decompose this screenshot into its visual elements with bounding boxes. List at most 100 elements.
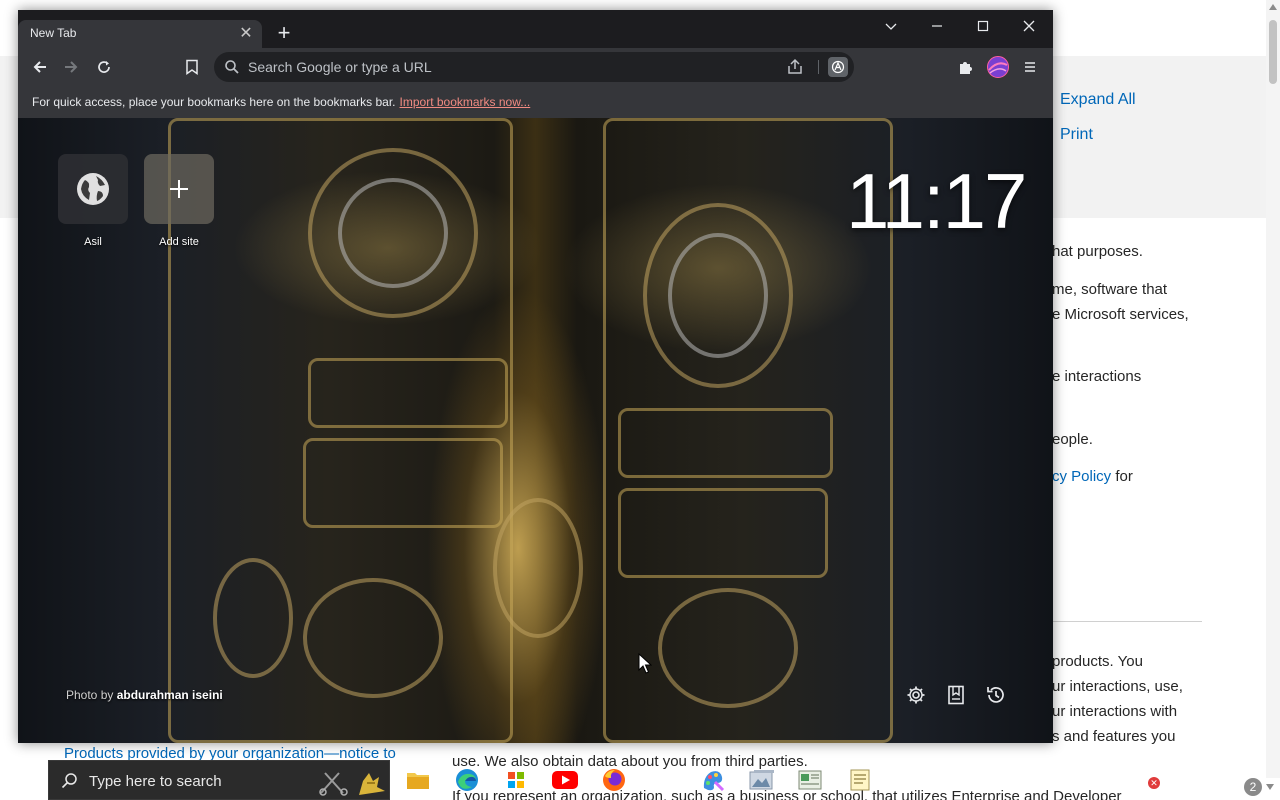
profile-avatar[interactable] [986, 55, 1010, 79]
background-text-line: me, software that [1052, 281, 1168, 298]
address-input[interactable] [248, 52, 768, 82]
background-art-roundel [338, 178, 448, 288]
edge-icon[interactable] [453, 766, 481, 794]
shortcut-label: Add site [159, 236, 199, 248]
browser-window: New Tab ✕ + Search Google or type a URL … [18, 10, 1053, 743]
background-art-roundel [658, 588, 798, 708]
file-explorer-icon[interactable] [404, 766, 432, 794]
taskbar-search-placeholder: Type here to search [89, 773, 222, 790]
back-button[interactable] [28, 55, 52, 79]
import-bookmarks-link[interactable]: Import bookmarks now... [400, 95, 531, 109]
tab-title: New Tab [30, 26, 77, 40]
background-art-panel [308, 358, 508, 428]
toolbar [18, 48, 1053, 86]
search-icon [225, 60, 239, 74]
shortcut-label: Asil [84, 236, 102, 248]
shortcut-tile [144, 154, 214, 224]
history-icon [987, 687, 1004, 703]
tab-search-chevron-down-icon[interactable] [871, 13, 911, 39]
page-scrollbar[interactable] [1266, 0, 1280, 778]
bookmarks-hint-text: For quick access, place your bookmarks h… [32, 95, 396, 109]
shortcut-asil[interactable]: Asil [57, 154, 129, 248]
photo-credit-prefix: Photo by [66, 688, 117, 702]
photo-credit-author: abdurahman iseini [116, 688, 223, 702]
plus-icon [170, 180, 188, 198]
clock: 11:17 [846, 157, 1027, 245]
background-art-panel [618, 408, 833, 478]
search-icon [61, 773, 77, 789]
privacy-suffix: for [1111, 468, 1133, 485]
background-art-roundel [668, 233, 768, 358]
error-badge-icon[interactable]: ✕ [1148, 777, 1160, 789]
bookmarks-bar-message: For quick access, place your bookmarks h… [32, 95, 530, 109]
scrollbar-thumb[interactable] [1269, 20, 1277, 84]
print-link[interactable]: Print [1060, 126, 1093, 144]
photos-icon[interactable] [748, 766, 776, 794]
title-bar: New Tab ✕ + [18, 10, 1053, 48]
minimize-button[interactable] [917, 13, 957, 39]
privacy-line: cy Policy for [1052, 468, 1133, 485]
background-text-line: eople. [1052, 431, 1093, 448]
scroll-up-icon[interactable] [1269, 4, 1277, 10]
section-divider [1052, 621, 1202, 622]
taskbar: Type here to search ✕ 2 [48, 760, 1280, 800]
shortcut-tile [58, 154, 128, 224]
background-art-panel [303, 438, 503, 528]
photo-credit[interactable]: Photo by abdurahman iseini [66, 688, 223, 702]
add-shortcut-button[interactable]: Add site [143, 154, 215, 248]
youtube-icon[interactable] [551, 766, 579, 794]
history-button[interactable] [983, 682, 1009, 708]
address-bar-divider [818, 60, 819, 74]
firefox-icon[interactable] [600, 766, 628, 794]
search-highlight-icon [319, 772, 385, 796]
address-bar[interactable] [214, 52, 854, 82]
paint-icon[interactable] [699, 766, 727, 794]
customize-button[interactable] [903, 682, 929, 708]
app-icon[interactable] [796, 766, 824, 794]
privacy-policy-link[interactable]: cy Policy [1052, 468, 1111, 485]
chevron-down-icon[interactable] [1266, 784, 1274, 790]
background-art-roundel [213, 558, 293, 678]
notification-badge[interactable]: 2 [1244, 778, 1262, 796]
browser-menu-button[interactable] [1018, 55, 1042, 79]
background-text-line: ur interactions with [1052, 703, 1178, 720]
maximize-button[interactable] [963, 13, 1003, 39]
tab-new-tab[interactable]: New Tab ✕ [18, 20, 262, 48]
reload-icon [98, 61, 110, 73]
notepad-icon[interactable] [846, 766, 874, 794]
globe-icon [77, 173, 109, 205]
forward-button[interactable] [59, 55, 83, 79]
bookmark-button[interactable] [180, 55, 204, 79]
background-art-panel [618, 488, 828, 578]
background-text-line: e interactions [1052, 368, 1142, 385]
mouse-cursor-icon [638, 653, 652, 674]
close-window-button[interactable] [1009, 13, 1049, 39]
reading-list-button[interactable] [943, 682, 969, 708]
new-tab-page: Asil Add site 11:17 Photo by abdurahman … [18, 118, 1053, 743]
puzzle-icon [960, 62, 972, 74]
bookmarks-bar: For quick access, place your bookmarks h… [18, 86, 1053, 118]
close-tab-icon[interactable]: ✕ [236, 24, 256, 44]
microsoft-store-icon[interactable] [502, 766, 530, 794]
gear-icon [907, 686, 925, 704]
background-text-line: e Microsoft services, [1052, 306, 1189, 323]
background-art-roundel [303, 578, 443, 698]
share-icon[interactable] [786, 58, 804, 76]
bookmark-icon [186, 59, 198, 75]
extensions-button[interactable] [953, 55, 977, 79]
back-arrow-icon [33, 61, 46, 73]
background-text-line: hat purposes. [1052, 243, 1143, 260]
bookmark-list-icon [948, 685, 964, 705]
reload-button[interactable] [92, 55, 116, 79]
avatar-icon [987, 56, 1009, 78]
taskbar-search-box[interactable]: Type here to search [48, 760, 390, 800]
background-text-line: s and features you [1052, 728, 1176, 745]
background-text-line: products. You [1052, 653, 1143, 670]
expand-all-link[interactable]: Expand All [1060, 91, 1136, 109]
ai-extension-icon[interactable] [828, 57, 848, 77]
background-text-line: ur interactions, use, [1052, 678, 1183, 695]
forward-arrow-icon [65, 61, 78, 73]
menu-icon [1025, 62, 1035, 72]
background-art-roundel [493, 498, 583, 638]
new-tab-button[interactable]: + [273, 22, 295, 44]
